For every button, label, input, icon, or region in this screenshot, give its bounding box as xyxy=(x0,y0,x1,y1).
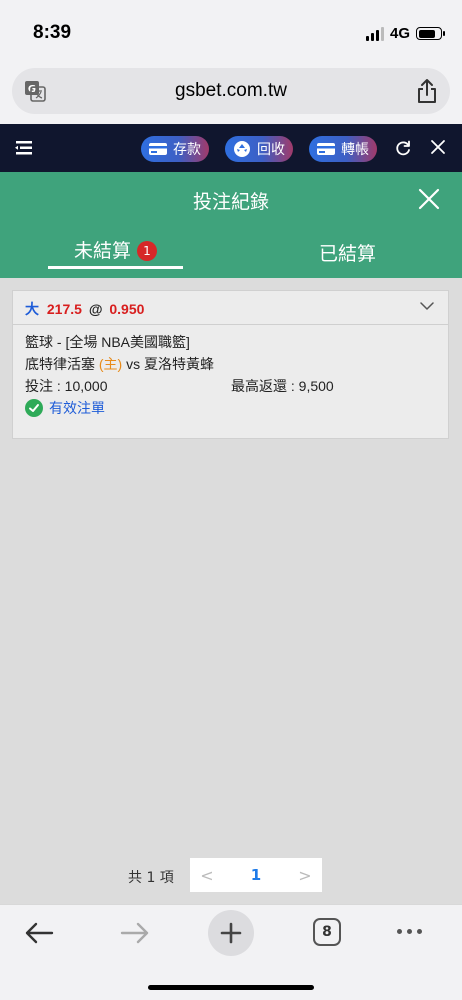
bet-card-header[interactable]: 大 217.5 @ 0.950 xyxy=(13,291,448,325)
signal-icon xyxy=(365,26,384,41)
max-return: 最高返還 : 9,500 xyxy=(231,378,334,394)
app-top-bar: 存款 回收 轉帳 xyxy=(0,124,462,172)
unsettled-count-badge: 1 xyxy=(137,241,157,261)
chevron-down-icon[interactable] xyxy=(420,301,434,311)
away-team: 夏洛特黃蜂 xyxy=(144,356,214,372)
bet-side: 大 xyxy=(25,301,39,317)
deposit-button[interactable]: 存款 xyxy=(141,136,209,162)
bet-list: 大 217.5 @ 0.950 籃球 - [全場 NBA美國職籃] 底特律活塞 … xyxy=(0,278,462,904)
bet-matchup: 底特律活塞 (主) vs 夏洛特黃蜂 xyxy=(25,353,436,375)
network-type: 4G xyxy=(389,25,410,42)
recycle-button[interactable]: 回收 xyxy=(225,136,293,162)
wallet-icon xyxy=(315,140,337,158)
next-page-button[interactable]: > xyxy=(288,866,322,885)
status-bar: 8:39 4G xyxy=(0,0,462,62)
tab-switcher-button[interactable]: 8 xyxy=(313,918,341,946)
active-tab-indicator xyxy=(48,266,183,269)
page-title: 投注紀錄 xyxy=(192,191,269,213)
stake-amount: 投注 : 10,000 xyxy=(25,378,108,394)
check-circle-icon xyxy=(25,399,43,417)
tab-unsettled[interactable]: 未結算 1 xyxy=(48,236,183,270)
current-page[interactable]: 1 xyxy=(224,866,288,884)
bet-card-body: 籃球 - [全場 NBA美國職籃] 底特律活塞 (主) vs 夏洛特黃蜂 投注 … xyxy=(13,325,448,425)
battery-icon xyxy=(416,27,445,40)
tab-settled-label: 已結算 xyxy=(318,243,376,265)
vs-label: vs xyxy=(126,356,141,372)
url-text: gsbet.com.tw xyxy=(175,80,287,101)
home-indicator xyxy=(148,985,314,990)
plus-icon xyxy=(220,922,242,944)
transfer-label: 轉帳 xyxy=(341,142,369,158)
recycle-icon xyxy=(231,140,253,158)
back-arrow-icon[interactable] xyxy=(24,921,54,945)
bet-league: 籃球 - [全場 NBA美國職籃] xyxy=(25,334,190,350)
more-icon[interactable] xyxy=(397,929,422,934)
address-bar[interactable]: G gsbet.com.tw xyxy=(12,68,450,114)
close-icon[interactable] xyxy=(430,139,446,155)
bet-card: 大 217.5 @ 0.950 籃球 - [全場 NBA美國職籃] 底特律活塞 … xyxy=(12,290,449,439)
forward-arrow-icon[interactable] xyxy=(120,921,150,945)
new-tab-button[interactable] xyxy=(208,910,254,956)
tab-bar: 未結算 1 已結算 xyxy=(0,226,462,278)
recycle-label: 回收 xyxy=(257,142,285,158)
home-team: 底特律活塞 xyxy=(25,356,95,372)
deposit-label: 存款 xyxy=(173,142,201,158)
home-tag: (主) xyxy=(98,356,123,372)
bet-status: 有效注單 xyxy=(25,397,436,419)
refresh-icon[interactable] xyxy=(394,139,412,157)
card-icon xyxy=(147,140,169,158)
status-indicators: 4G xyxy=(365,25,445,42)
pagination-controls: < 1 > xyxy=(190,858,322,892)
bet-at: @ xyxy=(88,301,103,317)
browser-chrome: G gsbet.com.tw xyxy=(0,62,462,124)
bet-odds: 0.950 xyxy=(109,301,145,317)
page-header: 投注紀錄 xyxy=(0,172,462,226)
menu-icon[interactable] xyxy=(14,138,34,158)
pagination-total: 共 1 項 xyxy=(128,870,174,886)
browser-toolbar: 8 xyxy=(0,904,462,1000)
bet-line: 217.5 xyxy=(46,301,82,317)
close-page-icon[interactable] xyxy=(418,188,440,210)
tab-settled[interactable]: 已結算 xyxy=(280,239,415,273)
bet-status-label: 有效注單 xyxy=(49,400,105,416)
share-icon[interactable] xyxy=(416,78,438,104)
tab-unsettled-label: 未結算 xyxy=(73,240,131,262)
pagination: 共 1 項 < 1 > xyxy=(0,858,462,892)
transfer-button[interactable]: 轉帳 xyxy=(309,136,377,162)
bet-amounts: 投注 : 10,000 最高返還 : 9,500 xyxy=(25,375,436,397)
prev-page-button[interactable]: < xyxy=(190,866,224,885)
status-time: 8:39 xyxy=(33,22,72,43)
